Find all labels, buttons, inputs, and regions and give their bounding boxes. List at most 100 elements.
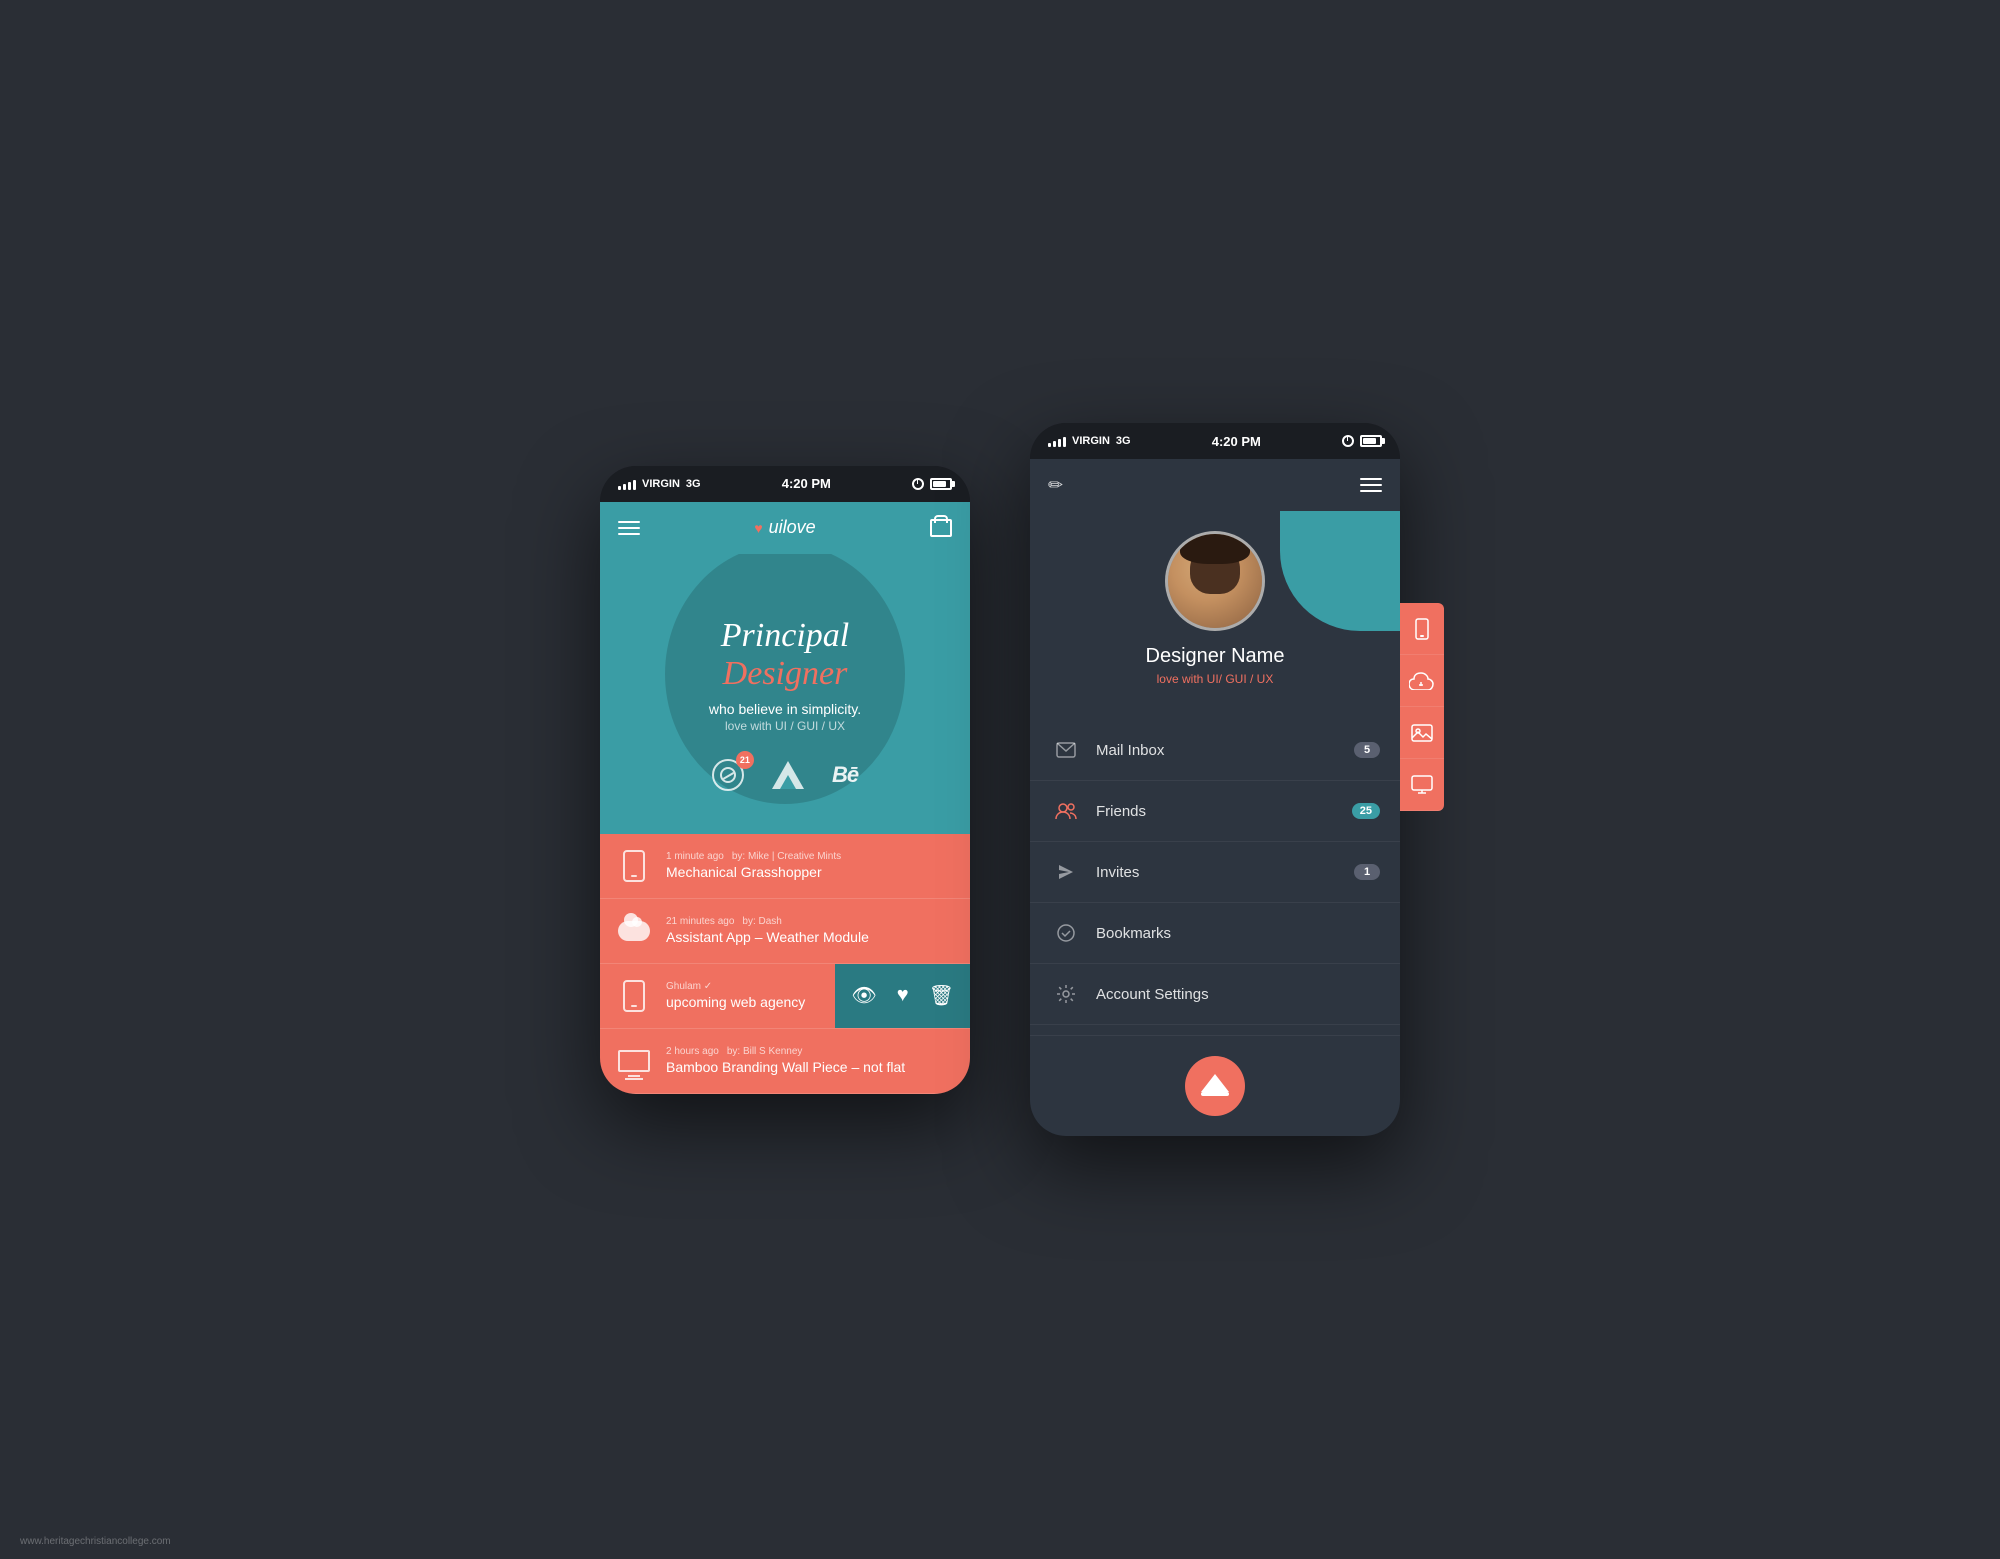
feed-item-text: 1 minute ago by: Mike | Creative Mints M… (666, 851, 954, 880)
hamburger-line (618, 527, 640, 529)
hamburger-line (1360, 478, 1382, 480)
feed-item[interactable]: 21 minutes ago by: Dash Assistant App – … (600, 899, 970, 964)
menu-badge-invites: 1 (1354, 864, 1380, 880)
behance-icon-wrap: Bē (832, 762, 858, 788)
side-tab-image[interactable] (1400, 707, 1444, 759)
status-right-1 (912, 478, 952, 490)
tent-icon[interactable] (772, 761, 804, 789)
settings-icon (1050, 978, 1082, 1010)
hamburger-icon-2[interactable] (1360, 478, 1382, 492)
battery-icon-1 (930, 478, 952, 490)
feed-author: Ghulam ✓ (666, 981, 712, 992)
view-icon[interactable]: 👁 (851, 983, 876, 1008)
hamburger-line (618, 533, 640, 535)
clock-icon-2 (1342, 435, 1354, 447)
status-left-2: VIRGIN 3G (1048, 435, 1131, 447)
menu-item-mail[interactable]: Mail Inbox 5 (1030, 720, 1400, 781)
battery-icon-2 (1360, 435, 1382, 447)
edit-icon[interactable]: ✏ (1048, 475, 1063, 496)
mobile-icon (623, 850, 645, 882)
feed-item[interactable]: 1 minute ago by: Mike | Creative Mints M… (600, 834, 970, 899)
feed-item-meta: 2 hours ago by: Bill S Kenney (666, 1046, 954, 1057)
app-logo: ♥ uilove (754, 517, 815, 538)
watermark: www.heritagechristiancollege.com (20, 1536, 171, 1547)
signal-bar (618, 486, 621, 490)
phone1: VIRGIN 3G 4:20 PM ♥ uilove (600, 466, 970, 1094)
battery-fill-2 (1363, 438, 1376, 444)
feed: 1 minute ago by: Mike | Creative Mints M… (600, 834, 970, 1094)
app-header-2: ✏ (1030, 459, 1400, 511)
side-tab-mobile[interactable] (1400, 603, 1444, 655)
phone2-wrapper: VIRGIN 3G 4:20 PM ✏ (1030, 423, 1400, 1136)
feed-item-text: Ghulam ✓ upcoming web agency (666, 981, 819, 1010)
like-icon[interactable]: ♥ (897, 984, 909, 1007)
phone2: VIRGIN 3G 4:20 PM ✏ (1030, 423, 1400, 1136)
logo-text: uilove (769, 517, 816, 538)
avatar (1165, 531, 1265, 631)
time-1: 4:20 PM (782, 476, 831, 491)
feed-item-meta: 1 minute ago by: Mike | Creative Mints (666, 851, 954, 862)
menu-item-friends[interactable]: Friends 25 (1030, 781, 1400, 842)
side-tab-cloud[interactable] (1400, 655, 1444, 707)
status-bar-2: VIRGIN 3G 4:20 PM (1030, 423, 1400, 459)
hero-section: Principal Designer who believe in simpli… (600, 554, 970, 834)
feed-title: Assistant App – Weather Module (666, 929, 954, 945)
signal-bar (628, 482, 631, 490)
eject-button[interactable] (1185, 1056, 1245, 1116)
signal-bar (1058, 439, 1061, 447)
profile-section: Designer Name love with UI/ GUI / UX (1030, 511, 1400, 710)
bag-icon[interactable] (930, 519, 952, 537)
feed-item-swipe[interactable]: Ghulam ✓ upcoming web agency 👁 ♥ 🗑 (600, 964, 970, 1029)
tent-icon-wrap (772, 761, 804, 789)
cloud-icon (618, 921, 650, 941)
feed-item-actions: 👁 ♥ 🗑 (835, 964, 970, 1028)
network-1: 3G (686, 478, 701, 490)
signal-bar (1048, 443, 1051, 447)
signal-bar (623, 484, 626, 490)
feed-item-icon-mobile2 (616, 978, 652, 1014)
profile-bg-teal (1280, 511, 1400, 631)
dribbble-inner (720, 767, 736, 783)
feed-item-icon-mobile (616, 848, 652, 884)
mail-icon (1050, 734, 1082, 766)
menu-item-invites[interactable]: Invites 1 (1030, 842, 1400, 903)
menu-item-bookmarks[interactable]: Bookmarks (1030, 903, 1400, 964)
side-tabs (1400, 603, 1444, 811)
feed-author: by: Bill S Kenney (727, 1046, 803, 1057)
carrier-1: VIRGIN (642, 478, 680, 490)
hero-subtitle: who believe in simplicity. love with UI … (709, 701, 861, 735)
hamburger-line (618, 521, 640, 523)
behance-icon[interactable]: Bē (832, 762, 858, 787)
delete-icon[interactable]: 🗑 (929, 983, 954, 1008)
feed-item-text: 2 hours ago by: Bill S Kenney Bamboo Bra… (666, 1046, 954, 1075)
feed-author: by: Mike | Creative Mints (732, 851, 841, 862)
friends-icon (1050, 795, 1082, 827)
menu-list: Mail Inbox 5 Friends 25 (1030, 710, 1400, 1035)
feed-item-text-part: Ghulam ✓ upcoming web agency (600, 964, 835, 1028)
carrier-2: VIRGIN (1072, 435, 1110, 447)
feed-title: upcoming web agency (666, 994, 819, 1010)
feed-time: 1 minute ago (666, 851, 724, 862)
menu-item-settings[interactable]: Account Settings (1030, 964, 1400, 1025)
hero-subtitle-line1: who believe in simplicity. (709, 701, 861, 717)
profile-name: Designer Name (1146, 645, 1285, 668)
eject-icon (1201, 1074, 1229, 1092)
hero-title: Principal Designer (721, 617, 849, 693)
menu-label-settings: Account Settings (1096, 986, 1380, 1003)
feed-author: by: Dash (742, 916, 781, 927)
bottom-section (1030, 1035, 1400, 1136)
signal-bars-2 (1048, 435, 1066, 447)
mobile-icon (623, 980, 645, 1012)
feed-item-text: 21 minutes ago by: Dash Assistant App – … (666, 916, 954, 945)
status-left-1: VIRGIN 3G (618, 478, 701, 490)
feed-item-icon-cloud (616, 913, 652, 949)
bookmarks-icon (1050, 917, 1082, 949)
hamburger-icon[interactable] (618, 521, 640, 535)
menu-label-friends: Friends (1096, 803, 1352, 820)
logo-heart-icon: ♥ (754, 520, 762, 536)
battery-fill-1 (933, 481, 946, 487)
feed-time: 2 hours ago (666, 1046, 719, 1057)
side-tab-monitor[interactable] (1400, 759, 1444, 811)
feed-item[interactable]: 2 hours ago by: Bill S Kenney Bamboo Bra… (600, 1029, 970, 1094)
feed-item-meta: 21 minutes ago by: Dash (666, 916, 954, 927)
